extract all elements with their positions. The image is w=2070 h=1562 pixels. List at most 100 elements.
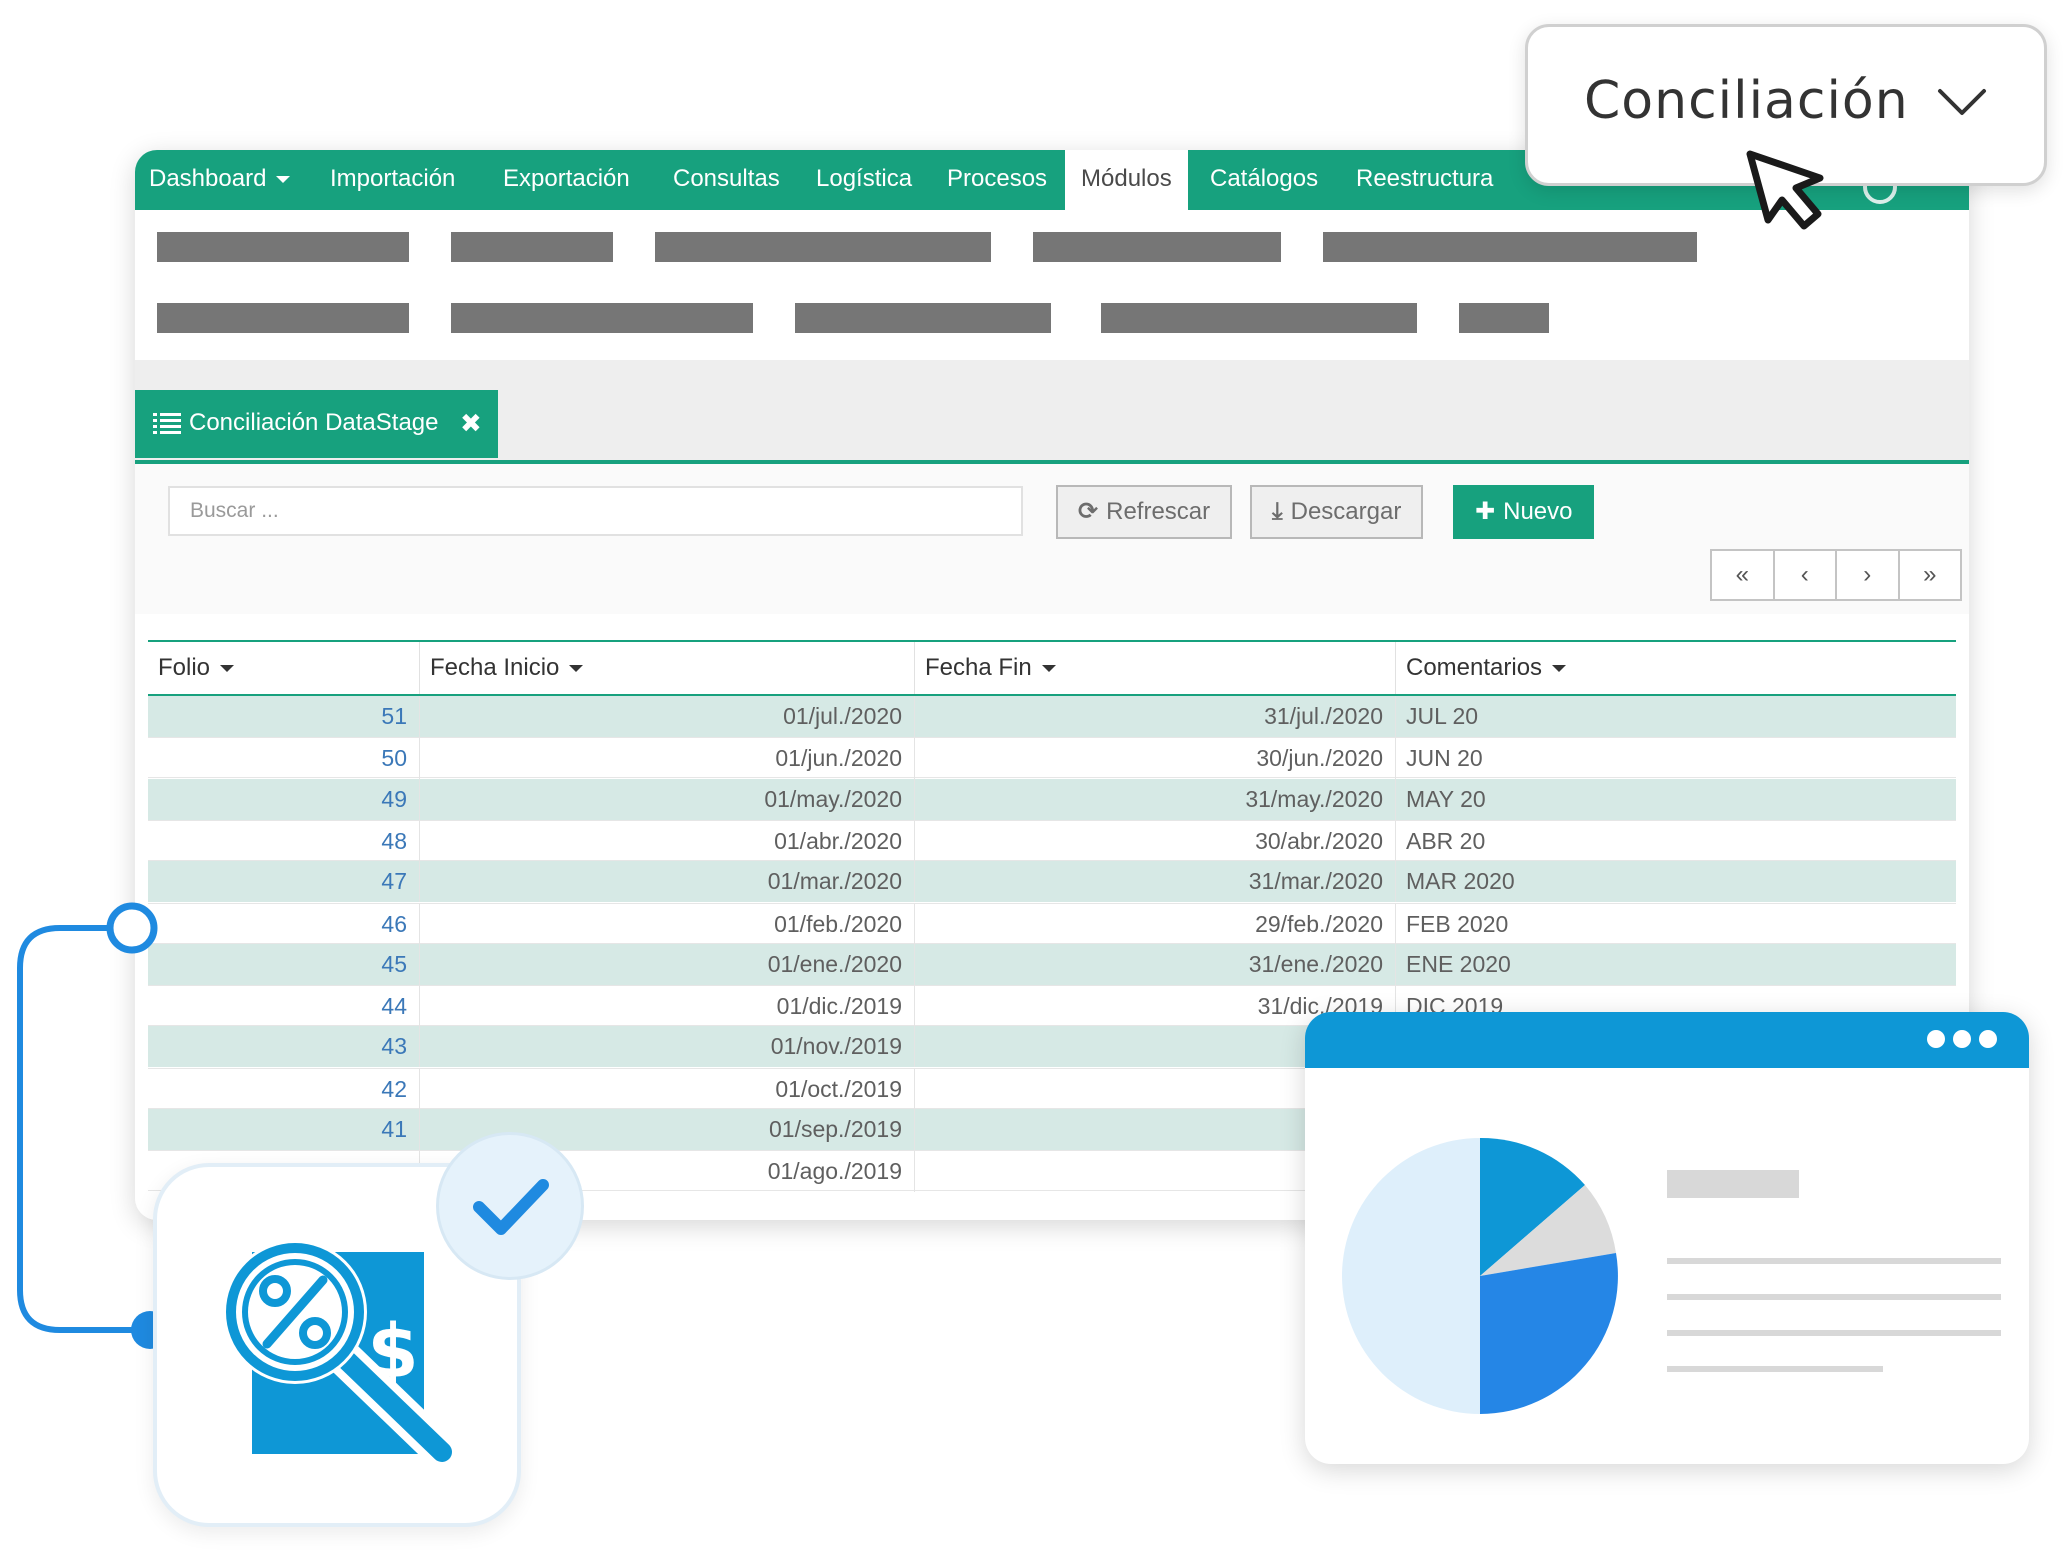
sort-caret-icon — [220, 665, 235, 673]
nav-item-label: Importación — [330, 165, 456, 192]
tab-label: Conciliación DataStage — [189, 409, 439, 436]
new-button[interactable]: ✚ Nuevo — [1453, 485, 1595, 539]
column-header-label: Folio — [158, 654, 211, 681]
last-page-button[interactable]: » — [1900, 551, 1961, 599]
table-row[interactable]: 45 01/ene./2020 31/ene./2020 ENE 2020 — [148, 943, 1956, 985]
tab-conciliacion-datastage[interactable]: Conciliación DataStage ✖ — [135, 390, 498, 458]
column-header-fecha-fin[interactable]: Fecha Fin — [915, 642, 1396, 694]
refresh-button[interactable]: ⟳ Refrescar — [1056, 485, 1233, 539]
sort-caret-icon — [1041, 665, 1056, 673]
cell-folio[interactable]: 42 — [148, 1068, 420, 1110]
caret-down-icon — [276, 176, 291, 184]
cell-folio[interactable]: 44 — [148, 986, 420, 1028]
cell-fecha-fin: 31/jul./2020 — [915, 696, 1396, 737]
cell-fecha-inicio: 01/may./2020 — [420, 778, 915, 820]
next-page-button[interactable]: › — [1837, 551, 1900, 599]
cell-folio[interactable]: 45 — [148, 943, 420, 985]
table-header: Folio Fecha Inicio Fecha Fin Comentarios — [148, 640, 1956, 696]
column-header-label: Comentarios — [1406, 654, 1543, 681]
submenu-item-redacted[interactable] — [451, 303, 753, 333]
column-header-fecha-inicio[interactable]: Fecha Inicio — [420, 642, 915, 694]
prev-page-button[interactable]: ‹ — [1775, 551, 1837, 599]
table-row[interactable]: 51 01/jul./2020 31/jul./2020 JUL 20 — [148, 696, 1956, 737]
nav-item-label: Reestructura — [1356, 165, 1494, 192]
refresh-button-label: Refrescar — [1106, 498, 1211, 525]
cell-fecha-inicio: 01/dic./2019 — [420, 986, 915, 1028]
cell-fecha-fin: 30/abr./2020 — [915, 820, 1396, 862]
nav-item-importacion[interactable]: Importación — [330, 150, 455, 210]
cell-folio[interactable]: 48 — [148, 820, 420, 862]
table-row[interactable]: 48 01/abr./2020 30/abr./2020 ABR 20 — [148, 819, 1956, 862]
cell-folio[interactable]: 41 — [148, 1109, 420, 1150]
submenu-item-redacted[interactable] — [795, 303, 1051, 333]
submenu-item-redacted[interactable] — [157, 303, 409, 333]
nav-item-label: Dashboard — [149, 165, 267, 192]
search-input[interactable]: Buscar ... — [168, 486, 1023, 536]
column-header-label: Fecha Inicio — [430, 654, 560, 681]
nav-item-label: Consultas — [673, 165, 780, 192]
mouse-cursor-icon — [1746, 150, 1824, 230]
cell-fecha-inicio: 01/ene./2020 — [420, 943, 915, 985]
nav-item-exportacion[interactable]: Exportación — [503, 150, 630, 210]
sort-caret-icon — [1552, 665, 1567, 673]
list-icon — [153, 413, 181, 435]
nav-item-reestructura[interactable]: Reestructura — [1356, 150, 1493, 210]
sort-caret-icon — [569, 665, 584, 673]
nav-item-consultas[interactable]: Consultas — [673, 150, 780, 210]
cell-fecha-fin: 31/mar./2020 — [915, 861, 1396, 903]
cell-fecha-fin: 29/feb./2020 — [915, 903, 1396, 945]
table-row[interactable]: 50 01/jun./2020 30/jun./2020 JUN 20 — [148, 737, 1956, 780]
submenu-item-redacted[interactable] — [655, 232, 991, 262]
check-icon — [473, 1179, 549, 1235]
cell-comentarios: FEB 2020 — [1406, 910, 1509, 937]
cell-fecha-inicio: 01/feb./2020 — [420, 903, 915, 945]
submenu-item-redacted[interactable] — [451, 232, 613, 262]
cell-fecha-fin: 30/jun./2020 — [915, 738, 1396, 780]
column-header-label: Fecha Fin — [925, 654, 1032, 681]
cell-fecha-fin: 31/ene./2020 — [915, 943, 1396, 985]
connector-line — [17, 902, 169, 1349]
cell-folio[interactable]: 46 — [148, 903, 420, 945]
nav-item-modulos[interactable]: Módulos — [1065, 150, 1188, 210]
submenu-item-redacted[interactable] — [1323, 232, 1697, 262]
cell-fecha-inicio: 01/nov./2019 — [420, 1026, 915, 1068]
download-button[interactable]: ⤓ Descargar — [1250, 485, 1424, 539]
column-header-comentarios[interactable]: Comentarios — [1396, 642, 1956, 694]
cell-comentarios: ABR 20 — [1406, 827, 1486, 854]
refresh-icon: ⟳ — [1078, 498, 1099, 525]
submenu-item-redacted[interactable] — [1033, 232, 1281, 262]
nav-item-dashboard[interactable]: Dashboard — [149, 150, 291, 210]
chevron-down-icon — [1938, 89, 1986, 115]
dropdown-selected-label: Conciliación — [1584, 71, 1909, 131]
cell-fecha-inicio: 01/jul./2020 — [420, 696, 915, 737]
column-header-folio[interactable]: Folio — [148, 642, 420, 694]
plus-icon: ✚ — [1475, 498, 1496, 525]
nav-item-procesos[interactable]: Procesos — [947, 150, 1047, 210]
cell-folio[interactable]: 50 — [148, 738, 420, 780]
submenu-item-redacted[interactable] — [1101, 303, 1417, 333]
first-page-button[interactable]: « — [1712, 551, 1775, 599]
nav-item-label: Procesos — [947, 165, 1048, 192]
close-icon[interactable]: ✖ — [460, 390, 482, 456]
table-row[interactable]: 46 01/feb./2020 29/feb./2020 FEB 2020 — [148, 902, 1956, 945]
cell-comentarios: JUN 20 — [1406, 745, 1483, 772]
nav-item-logistica[interactable]: Logística — [816, 150, 912, 210]
report-window-titlebar — [1305, 1012, 2029, 1068]
success-badge — [436, 1132, 584, 1280]
submenu-item-redacted[interactable] — [157, 232, 409, 262]
pagination: « ‹ › » — [1710, 549, 1962, 601]
nav-item-label: Catálogos — [1210, 165, 1319, 192]
cell-comentarios: JUL 20 — [1406, 703, 1479, 729]
nav-item-catalogos[interactable]: Catálogos — [1210, 150, 1318, 210]
pie-chart-icon — [1342, 1137, 2001, 1414]
submenu-item-redacted[interactable] — [1459, 303, 1549, 333]
table-row[interactable]: 47 01/mar./2020 31/mar./2020 MAR 2020 — [148, 861, 1956, 903]
cell-fecha-inicio: 01/abr./2020 — [420, 820, 915, 862]
table-row[interactable]: 49 01/may./2020 31/may./2020 MAY 20 — [148, 778, 1956, 820]
report-preview-window — [1305, 1012, 2029, 1464]
cell-folio[interactable]: 47 — [148, 861, 420, 903]
cell-folio[interactable]: 51 — [148, 696, 420, 737]
cell-folio[interactable]: 43 — [148, 1026, 420, 1068]
nav-item-label: Exportación — [503, 165, 630, 192]
cell-folio[interactable]: 49 — [148, 778, 420, 820]
